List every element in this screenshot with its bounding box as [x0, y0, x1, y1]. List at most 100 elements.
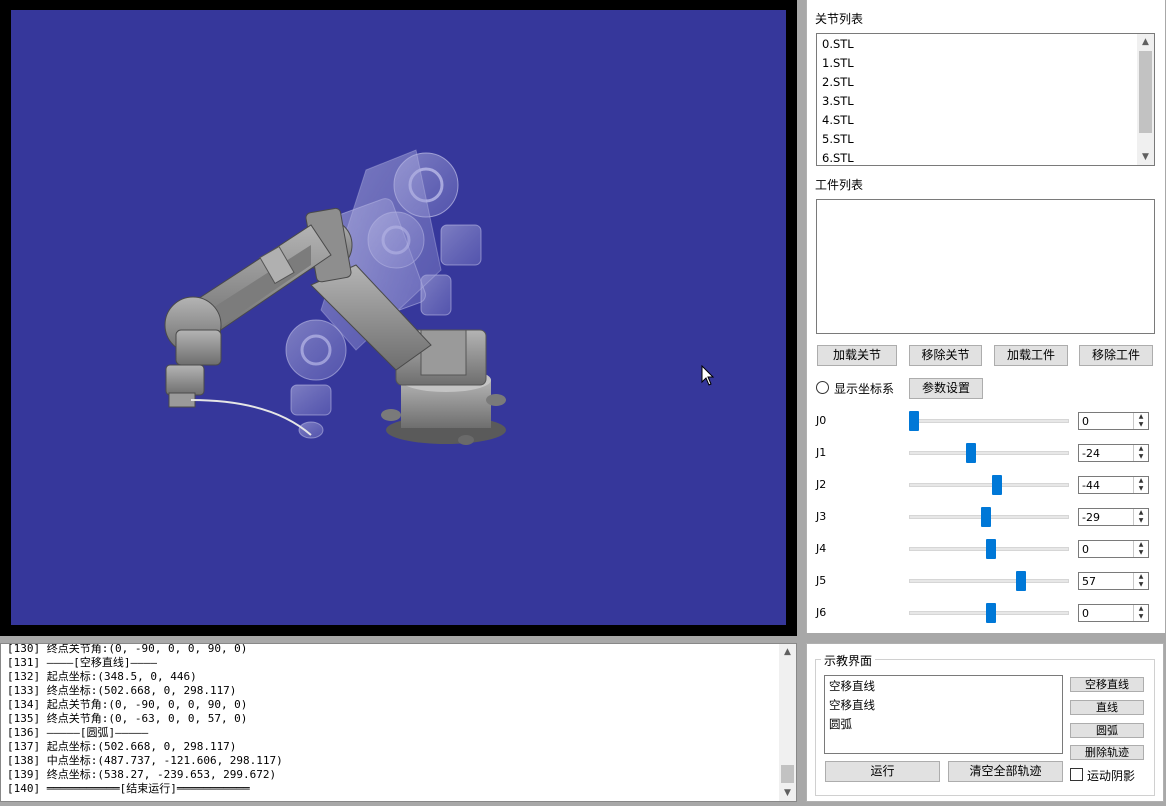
joint-label-j6: J6: [816, 606, 827, 619]
spin-down-icon[interactable]: ▼: [1134, 517, 1148, 525]
log-line: [131] ————[空移直线]————: [7, 656, 157, 669]
arc-button[interactable]: 圆弧: [1070, 723, 1144, 738]
load-workpiece-button[interactable]: 加载工件: [994, 345, 1068, 366]
spin-down-icon[interactable]: ▼: [1134, 549, 1148, 557]
scroll-up-icon[interactable]: ▲: [779, 644, 796, 660]
remove-joint-button[interactable]: 移除关节: [909, 345, 982, 366]
spin-arrows[interactable]: ▲ ▼: [1133, 573, 1148, 589]
spin-up-icon[interactable]: ▲: [1134, 509, 1148, 517]
control-panel: 关节列表 0.STL 1.STL 2.STL 3.STL 4.STL 5.STL 6.STL…: [806, 0, 1165, 633]
joint-value-input[interactable]: [1079, 413, 1134, 429]
3d-viewport[interactable]: [11, 10, 786, 625]
joint-value-spinbox[interactable]: ▲▼: [1078, 540, 1149, 558]
log-line: [133] 终点坐标:(502.668, 0, 298.117): [7, 684, 237, 697]
joint-list-scrollbar[interactable]: ▲ ▼: [1137, 34, 1154, 165]
joint-label-j5: J5: [816, 574, 827, 587]
joint-value-spinbox[interactable]: ▲▼: [1078, 476, 1149, 494]
spin-down-icon[interactable]: ▼: [1134, 421, 1148, 429]
show-axes-label: 显示坐标系: [834, 382, 895, 396]
joint-listbox[interactable]: 0.STL 1.STL 2.STL 3.STL 4.STL 5.STL 6.STL ▲ ▼: [816, 33, 1155, 166]
joint-slider-thumb[interactable]: [909, 411, 919, 431]
log-line: [132] 起点坐标:(348.5, 0, 446): [7, 670, 197, 683]
free-line-button[interactable]: 空移直线: [1070, 677, 1144, 692]
param-settings-button[interactable]: 参数设置: [909, 378, 983, 399]
spin-down-icon[interactable]: ▼: [1134, 581, 1148, 589]
joint-value-input[interactable]: [1079, 541, 1134, 557]
joint-slider-thumb[interactable]: [985, 539, 996, 559]
delete-trajectory-button[interactable]: 删除轨迹: [1070, 745, 1144, 760]
joint-slider-thumb[interactable]: [1015, 571, 1026, 591]
log-line: [130] 终点关节角:(0, -90, 0, 0, 90, 0): [7, 643, 248, 655]
run-button[interactable]: 运行: [825, 761, 940, 782]
spin-up-icon[interactable]: ▲: [1134, 573, 1148, 581]
log-scrollbar[interactable]: ▲ ▼: [779, 644, 796, 801]
show-axes-radio[interactable]: [816, 381, 829, 394]
joint-label-j2: J2: [816, 478, 827, 491]
trajectory-list-item[interactable]: 空移直线: [829, 677, 875, 696]
spin-up-icon[interactable]: ▲: [1134, 605, 1148, 613]
spin-down-icon[interactable]: ▼: [1134, 613, 1148, 621]
spin-up-icon[interactable]: ▲: [1134, 541, 1148, 549]
joint-value-input[interactable]: [1079, 573, 1134, 589]
joint-value-spinbox[interactable]: ▲▼: [1078, 508, 1149, 526]
joint-list-item[interactable]: 4.STL: [822, 111, 854, 130]
joint-value-input[interactable]: [1079, 477, 1134, 493]
spin-up-icon[interactable]: ▲: [1134, 445, 1148, 453]
trajectory-listbox[interactable]: 空移直线 空移直线 圆弧: [824, 675, 1063, 754]
spin-arrows[interactable]: ▲ ▼: [1133, 541, 1148, 557]
joint-slider-track[interactable]: [909, 483, 1069, 487]
robot-wrist: [164, 296, 222, 408]
joint-value-input[interactable]: [1079, 445, 1134, 461]
joint-list-item[interactable]: 3.STL: [822, 92, 854, 111]
scroll-thumb[interactable]: [1139, 51, 1152, 133]
scroll-thumb[interactable]: [781, 765, 794, 783]
joint-label-j3: J3: [816, 510, 827, 523]
log-line: [140] ═══════════[结束运行]═══════════: [7, 782, 250, 795]
joint-list-item[interactable]: 6.STL: [822, 149, 854, 168]
teach-panel: 示教界面 空移直线 空移直线 圆弧 空移直线 直线 圆弧 删除轨迹 运行 清空全部轨…: [806, 643, 1164, 802]
trajectory-list-item[interactable]: 圆弧: [829, 715, 852, 734]
scroll-down-icon[interactable]: ▼: [779, 785, 796, 801]
joint-value-spinbox[interactable]: ▲▼: [1078, 572, 1149, 590]
joint-list-item[interactable]: 2.STL: [822, 73, 854, 92]
clear-all-trajectories-button[interactable]: 清空全部轨迹: [948, 761, 1063, 782]
log-output[interactable]: [130] 终点关节角:(0, -90, 0, 0, 90, 0) [131] —…: [0, 643, 797, 802]
scroll-up-icon[interactable]: ▲: [1137, 34, 1154, 50]
motion-shadow-checkbox[interactable]: [1070, 768, 1083, 781]
joint-slider-thumb[interactable]: [981, 507, 991, 527]
line-button[interactable]: 直线: [1070, 700, 1144, 715]
joint-slider-thumb[interactable]: [966, 443, 976, 463]
spin-arrows[interactable]: ▲ ▼: [1133, 413, 1148, 429]
log-line: [138] 中点坐标:(487.737, -121.606, 298.117): [7, 754, 283, 767]
spin-down-icon[interactable]: ▼: [1134, 453, 1148, 461]
spin-down-icon[interactable]: ▼: [1134, 485, 1148, 493]
joint-slider-thumb[interactable]: [991, 475, 1002, 495]
log-line: [136] —————[圆弧]—————: [7, 726, 149, 739]
joint-label-j4: J4: [816, 542, 827, 555]
joint-value-input[interactable]: [1079, 605, 1134, 621]
joint-slider-track[interactable]: [909, 451, 1069, 455]
trajectory-list-item[interactable]: 空移直线: [829, 696, 875, 715]
joint-slider-thumb[interactable]: [985, 603, 996, 623]
spin-up-icon[interactable]: ▲: [1134, 413, 1148, 421]
spin-arrows[interactable]: ▲ ▼: [1133, 445, 1148, 461]
scroll-down-icon[interactable]: ▼: [1137, 149, 1154, 165]
log-line: [137] 起点坐标:(502.668, 0, 298.117): [7, 740, 237, 753]
joint-slider-track[interactable]: [909, 579, 1069, 583]
joint-slider-track[interactable]: [909, 419, 1069, 423]
spin-arrows[interactable]: ▲ ▼: [1133, 509, 1148, 525]
joint-label-j1: J1: [816, 446, 827, 459]
joint-list-item[interactable]: 1.STL: [822, 54, 854, 73]
workpiece-listbox[interactable]: [816, 199, 1155, 334]
joint-list-item[interactable]: 0.STL: [822, 35, 854, 54]
spin-up-icon[interactable]: ▲: [1134, 477, 1148, 485]
remove-workpiece-button[interactable]: 移除工件: [1079, 345, 1153, 366]
joint-list-item[interactable]: 5.STL: [822, 130, 854, 149]
joint-value-spinbox[interactable]: ▲▼: [1078, 412, 1149, 430]
spin-arrows[interactable]: ▲ ▼: [1133, 605, 1148, 621]
joint-value-spinbox[interactable]: ▲▼: [1078, 444, 1149, 462]
spin-arrows[interactable]: ▲ ▼: [1133, 477, 1148, 493]
joint-value-spinbox[interactable]: ▲▼: [1078, 604, 1149, 622]
joint-value-input[interactable]: [1079, 509, 1134, 525]
load-joint-button[interactable]: 加载关节: [817, 345, 897, 366]
